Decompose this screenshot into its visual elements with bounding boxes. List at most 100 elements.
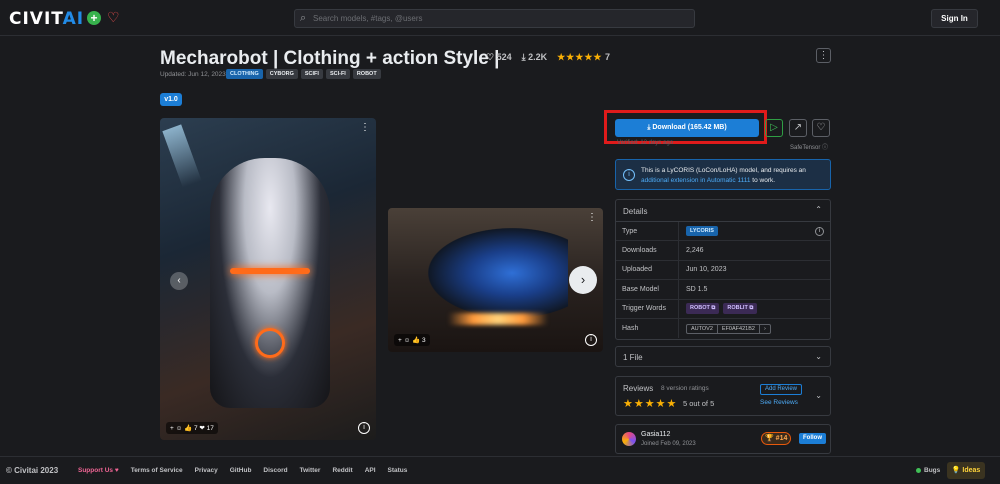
image-fire [448, 313, 548, 325]
avatar[interactable] [622, 432, 636, 446]
download-label: Download (165.42 MB) [652, 124, 727, 131]
footer: © Civitai 2023 Support Us ♥ Terms of Ser… [0, 456, 1000, 484]
info-icon: i [623, 169, 635, 181]
rank-badge: 🏆 #14 [761, 432, 792, 445]
heart-icon[interactable]: ♡ [107, 9, 120, 26]
creator-joined: Joined Feb 09, 2023 [641, 441, 696, 447]
tag-robot[interactable]: ROBOT [352, 69, 381, 79]
row-key: Uploaded [616, 260, 679, 280]
copyright: © Civitai 2023 [6, 466, 59, 475]
safetensor-label: SafeTensor ⓘ [790, 145, 829, 151]
reviews-score: 5 out of 5 [683, 399, 715, 408]
civitai-logo[interactable]: CIVITAI [9, 9, 84, 29]
details-row: Type LYCORIS i [616, 222, 830, 242]
footer-link-twitter[interactable]: Twitter [300, 467, 321, 474]
sign-in-button[interactable]: Sign In [931, 9, 978, 28]
details-title: Details [623, 207, 648, 216]
hash-type: AUTOV2 [691, 325, 713, 332]
tag-sci-fi[interactable]: SCI-FI [325, 69, 350, 79]
footer-link-terms[interactable]: Terms of Service [131, 467, 183, 474]
image-light [162, 124, 202, 188]
rating-stat[interactable]: ★★★★★ 7 [557, 52, 610, 63]
image-accent-ring [255, 328, 285, 358]
footer-link-github[interactable]: GitHub [230, 467, 252, 474]
trigger-word-robot[interactable]: ROBOT ⧉ [686, 303, 720, 315]
details-row: Base Model SD 1.5 [616, 280, 830, 300]
details-panel: Details ⌃ Type LYCORIS i Downloads 2,246 Upl… [615, 199, 831, 340]
image-reactions[interactable]: + ☺ 👍 3 [394, 334, 430, 346]
share-icon[interactable]: ↗ [789, 119, 807, 137]
footer-link-support[interactable]: Support Us ♥ [78, 467, 119, 474]
rating-count: 7 [604, 52, 610, 62]
creator-name[interactable]: Gasia112 [641, 431, 670, 438]
download-button[interactable]: ⤓ Download (165.42 MB) [615, 119, 759, 137]
updated-date: Updated: Jun 12, 2023 [160, 71, 226, 78]
search-bar[interactable]: ⌕ [294, 9, 695, 28]
creator-card: Gasia112 Joined Feb 09, 2023 🏆 #14 Follo… [615, 424, 831, 454]
row-key: Hash [616, 318, 679, 339]
reviews-label: Reviews [623, 384, 654, 393]
safetensor-text: SafeTensor [790, 145, 821, 151]
hash-value[interactable]: AUTOV2 EF0AF421B2 › [686, 323, 771, 334]
details-row: Downloads 2,246 [616, 241, 830, 261]
files-label: 1 File [623, 353, 643, 362]
chevron-up-icon[interactable]: ⌃ [815, 205, 822, 214]
tag-list: CLOTHING CYBORG SCIFI SCI-FI ROBOT [226, 69, 381, 79]
image-robodog [428, 228, 568, 318]
bugs-link[interactable]: Bugs [916, 467, 940, 474]
extension-link[interactable]: additional extension in Automatic 1111 [641, 177, 751, 184]
gallery-next-icon[interactable]: › [569, 266, 597, 294]
likes-stat[interactable]: ♡ 524 [486, 52, 512, 63]
top-bar: CIVITAI + ♡ ⌕ Sign In [0, 0, 1000, 36]
footer-link-discord[interactable]: Discord [263, 467, 287, 474]
alert-text-post: to work. [750, 177, 776, 184]
rating-stars: ★★★★★ [557, 52, 603, 62]
main-gallery-image[interactable]: ⋮ + ☺ 👍 7 ❤ 17 i [160, 118, 376, 440]
alert-text-pre: This is a LyCORIS (LoCon/LoHA) model, an… [641, 167, 806, 174]
search-icon: ⌕ [300, 12, 307, 24]
footer-link-reddit[interactable]: Reddit [332, 467, 352, 474]
details-header[interactable]: Details ⌃ [616, 200, 830, 222]
footer-link-privacy[interactable]: Privacy [195, 467, 218, 474]
trigger-word-text: ROBLIT [727, 305, 748, 312]
gallery-prev-icon[interactable]: ‹ [170, 272, 188, 290]
see-reviews-link[interactable]: See Reviews [760, 399, 798, 406]
logo-text: CIVIT [9, 9, 63, 29]
files-panel[interactable]: 1 File ⌄ [615, 346, 831, 367]
image-info-icon[interactable]: i [358, 422, 370, 434]
footer-link-api[interactable]: API [365, 467, 376, 474]
row-value: Jun 10, 2023 [686, 266, 727, 274]
verified-text: Verified: 12 days ago [617, 140, 674, 146]
tag-cyborg[interactable]: CYBORG [265, 69, 298, 79]
version-badge[interactable]: v1.0 [160, 93, 182, 106]
lycoris-alert: i This is a LyCORIS (LoCon/LoHA) model, … [615, 159, 831, 190]
follow-button[interactable]: Follow [799, 433, 826, 444]
row-key: Trigger Words [616, 299, 679, 318]
run-play-icon[interactable]: ▷ [765, 119, 783, 137]
create-plus-icon[interactable]: + [87, 11, 101, 25]
tag-scifi[interactable]: SCIFI [300, 69, 323, 79]
chevron-down-icon[interactable]: ⌄ [815, 352, 822, 361]
row-value: SD 1.5 [686, 285, 708, 293]
image-menu-icon[interactable]: ⋮ [360, 122, 370, 133]
row-key: Type [616, 222, 679, 241]
add-review-button[interactable]: Add Review [760, 384, 802, 395]
image-figure [210, 158, 330, 408]
favorite-heart-icon[interactable]: ♡ [812, 119, 830, 137]
row-key: Downloads [616, 241, 679, 260]
chevron-right-icon[interactable]: › [758, 324, 770, 333]
chevron-down-icon[interactable]: ⌄ [815, 391, 822, 400]
trigger-word-roblit[interactable]: ROBLIT ⧉ [723, 303, 758, 315]
tag-clothing[interactable]: CLOTHING [226, 69, 263, 79]
info-icon[interactable]: i [815, 226, 824, 236]
alert-text: This is a LyCORIS (LoCon/LoHA) model, an… [641, 166, 827, 186]
image-reactions[interactable]: + ☺ 👍 7 ❤ 17 [166, 422, 218, 434]
row-value: 2,246 [686, 247, 704, 255]
ideas-button[interactable]: 💡 Ideas [947, 462, 985, 479]
footer-links: Support Us ♥ Terms of Service Privacy Gi… [78, 467, 407, 474]
search-input[interactable] [313, 12, 683, 25]
image-info-icon[interactable]: i [585, 334, 597, 346]
image-menu-icon[interactable]: ⋮ [587, 212, 597, 223]
footer-link-status[interactable]: Status [388, 467, 408, 474]
more-menu-button[interactable]: ⋮ [816, 48, 831, 63]
